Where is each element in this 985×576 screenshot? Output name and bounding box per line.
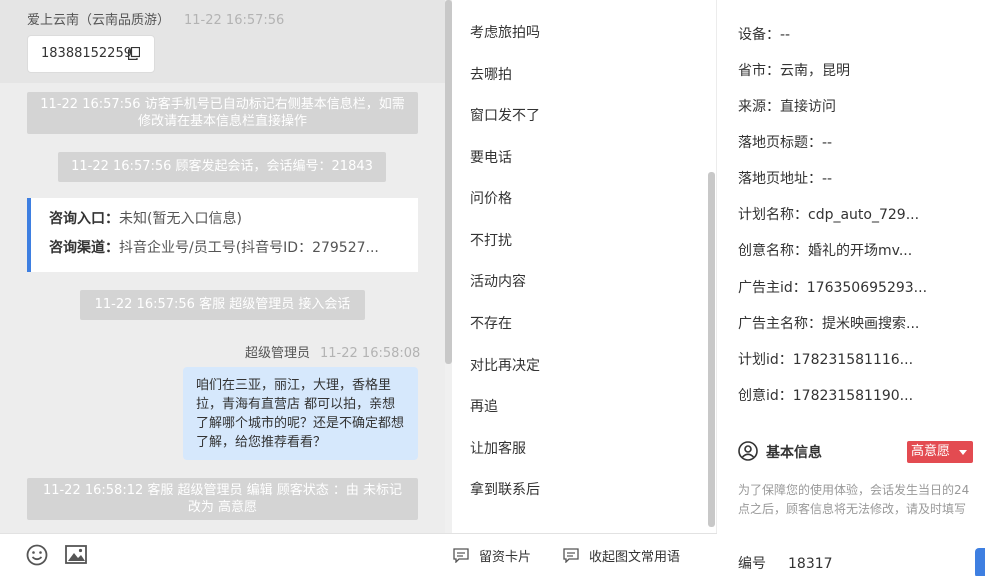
info-plan-name: 计划名称：cdp_auto_729... (738, 207, 920, 223)
quick-reply-item[interactable]: 问价格 (470, 188, 512, 208)
edit-notice: 为了保障您的使用体验，会话发生当日的24点之后，顾客信息将无法修改，请及时填写 (738, 483, 970, 516)
visitor-message-time: 11-22 16:57:56 (184, 13, 285, 28)
system-message: 11-22 16:57:56 访客手机号已自动标记右侧基本信息栏，如需修改请在基… (27, 92, 418, 134)
system-message: 11-22 16:57:56 客服 超级管理员 接入会话 (80, 290, 365, 320)
consult-info-card: 咨询入口：未知(暂无入口信息) 咨询渠道：抖音企业号/员工号(抖音号ID：279… (27, 198, 418, 272)
info-landing-url: 落地页地址：-- (738, 171, 833, 187)
system-message: 11-22 16:57:56 顾客发起会话，会话编号：21843 (58, 152, 386, 182)
consult-channel-value: 抖音企业号/员工号(抖音号ID：279527... (119, 240, 379, 256)
image-icon[interactable] (65, 545, 87, 564)
info-province-city: 省市：云南，昆明 (738, 63, 850, 79)
caret-down-icon (959, 450, 967, 455)
agent-message-bubble: 咱们在三亚，丽江，大理，香格里拉，青海有直营店 都可以拍，亲想了解哪个城市的呢？… (183, 367, 418, 460)
agent-name: 超级管理员 (245, 346, 311, 361)
quick-reply-item[interactable]: 不存在 (470, 313, 512, 333)
intent-status-dropdown[interactable]: 高意愿 (907, 441, 973, 463)
consult-channel-label: 咨询渠道： (49, 240, 119, 256)
quick-reply-item[interactable]: 再追 (470, 396, 498, 416)
info-advertiser-id: 广告主id：176350695293... (738, 280, 928, 296)
consult-entry-label: 咨询入口： (49, 211, 119, 227)
info-source: 来源：直接访问 (738, 99, 836, 115)
quick-reply-item[interactable]: 活动内容 (470, 271, 526, 291)
visitor-phone: 18388152259 (41, 46, 132, 61)
lead-card-button[interactable]: 留资卡片 (453, 546, 531, 565)
customer-id-label: 编号 (738, 556, 766, 572)
agent-header: 超级管理员 11-22 16:58:08 (245, 342, 420, 361)
visitor-header: 爱上云南（云南品质游） 11-22 16:57:56 (27, 9, 284, 28)
info-advertiser-name: 广告主名称：提米映画搜索... (738, 316, 920, 332)
info-landing-title: 落地页标题：-- (738, 135, 833, 151)
collapse-phrases-label: 收起图文常用语 (589, 550, 681, 565)
basic-info-header: 基本信息 (738, 441, 822, 462)
input-toolbar: 留资卡片 收起图文常用语 (0, 533, 717, 576)
quick-reply-item[interactable]: 考虑旅拍吗 (470, 22, 540, 42)
quick-reply-item[interactable]: 让加客服 (470, 438, 526, 458)
visitor-name: 爱上云南（云南品质游） (27, 13, 171, 28)
message-list-icon (563, 548, 579, 563)
info-device: 设备：-- (738, 27, 791, 43)
system-message: 11-22 16:58:12 客服 超级管理员 编辑 顾客状态 ：由 未标记 改… (27, 478, 418, 520)
quick-reply-item[interactable]: 要电话 (470, 147, 512, 167)
user-icon (738, 441, 758, 461)
consult-channel-row: 咨询渠道：抖音企业号/员工号(抖音号ID：279527... (49, 237, 418, 266)
lead-card-label: 留资卡片 (479, 550, 532, 565)
quick-reply-item[interactable]: 窗口发不了 (470, 105, 540, 125)
info-creative-id: 创意id：178231581190... (738, 388, 914, 404)
consult-entry-row: 咨询入口：未知(暂无入口信息) (49, 208, 418, 237)
quick-reply-item[interactable]: 不打扰 (470, 230, 512, 250)
quick-reply-list: 考虑旅拍吗 去哪拍 窗口发不了 要电话 问价格 不打扰 活动内容 不存在 对比再… (452, 0, 717, 535)
info-creative-name: 创意名称：婚礼的开场mv... (738, 243, 913, 259)
customer-info-panel: 设备：-- 省市：云南，昆明 来源：直接访问 落地页标题：-- 落地页地址：--… (717, 0, 985, 576)
quick-reply-scrollbar[interactable] (708, 172, 715, 527)
chat-scrollbar[interactable] (445, 0, 452, 576)
quick-reply-item[interactable]: 对比再决定 (470, 355, 540, 375)
side-toggle-tab[interactable] (975, 548, 985, 576)
phone-bubble: 18388152259 (27, 35, 155, 73)
customer-id-value: 18317 (788, 556, 833, 572)
chat-scrollbar-thumb[interactable] (445, 0, 452, 364)
quick-reply-item[interactable]: 拿到联系后 (470, 479, 540, 499)
chat-workspace: 爱上云南（云南品质游） 11-22 16:57:56 18388152259 11… (0, 0, 985, 576)
collapse-phrases-button[interactable]: 收起图文常用语 (563, 546, 680, 565)
intent-status-label: 高意愿 (911, 444, 951, 459)
quick-reply-item[interactable]: 去哪拍 (470, 64, 512, 84)
copy-icon[interactable] (128, 47, 140, 60)
visitor-message-block: 爱上云南（云南品质游） 11-22 16:57:56 18388152259 (0, 0, 445, 83)
info-plan-id: 计划id：178231581116... (738, 352, 914, 368)
consult-entry-value: 未知(暂无入口信息) (119, 211, 242, 227)
agent-message-time: 11-22 16:58:08 (320, 346, 421, 361)
basic-info-title: 基本信息 (766, 445, 822, 461)
message-card-icon (453, 548, 469, 563)
customer-id-row: 编号 18317 (738, 553, 833, 573)
chat-panel: 爱上云南（云南品质游） 11-22 16:57:56 18388152259 11… (0, 0, 452, 576)
emoji-icon[interactable] (26, 544, 48, 566)
